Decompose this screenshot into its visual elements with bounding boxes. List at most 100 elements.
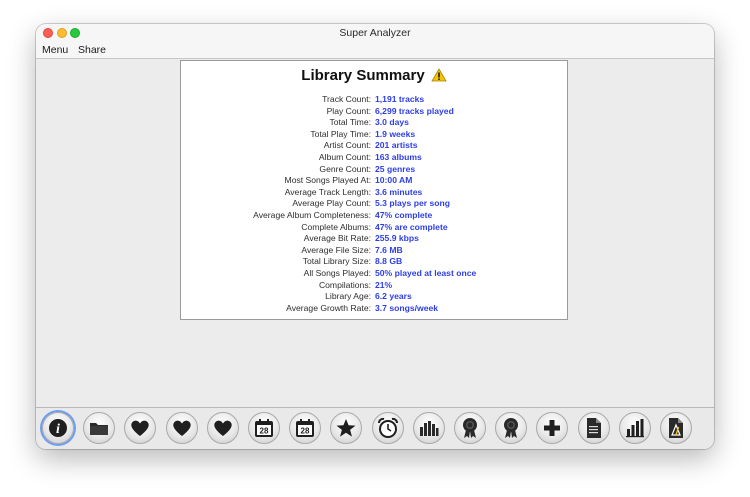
stat-value: 8.8 GB — [375, 256, 403, 267]
stat-value: 3.6 minutes — [375, 186, 423, 197]
award-ribbon-icon — [501, 417, 521, 439]
toolbar-tuner-doc-button[interactable] — [660, 412, 692, 444]
stat-label: Average File Size: — [301, 244, 371, 255]
tuner-doc-icon — [667, 417, 685, 439]
stat-row: Genre Count: 25 genres — [181, 164, 567, 176]
equalizer-icon — [419, 419, 439, 437]
stat-label: Average Track Length: — [284, 186, 371, 197]
heart-icon — [172, 419, 192, 437]
window-title: Super Analyzer — [339, 27, 411, 39]
stat-row: Average Play Count: 5.3 plays per song — [181, 198, 567, 210]
stat-label: Total Time: — [329, 117, 371, 128]
stat-row: Track Count: 1,191 tracks — [181, 94, 567, 106]
menu-share[interactable]: Share — [78, 44, 106, 56]
folder-icon — [89, 420, 109, 436]
award-ribbon-icon — [460, 417, 480, 439]
toolbar-plus-button[interactable] — [536, 412, 569, 444]
toolbar-heart-button[interactable] — [206, 412, 239, 444]
toolbar-folder-button[interactable] — [83, 412, 116, 444]
stat-label: Library Age: — [325, 291, 371, 302]
svg-text:28: 28 — [301, 427, 310, 436]
stat-value: 47% are complete — [375, 221, 448, 232]
title-bar[interactable]: Super Analyzer — [36, 24, 714, 43]
stat-row: Average Album Completeness: 47% complete — [181, 210, 567, 222]
stat-value: 7.6 MB — [375, 244, 403, 255]
stat-value: 1.9 weeks — [375, 128, 416, 139]
stat-value: 50% played at least once — [375, 267, 477, 278]
toolbar-heart-button[interactable] — [165, 412, 198, 444]
stat-row: Total Time: 3.0 days — [181, 117, 567, 129]
stat-label: Total Play Time: — [310, 128, 371, 139]
stat-label: Artist Count: — [323, 140, 371, 151]
stat-label: Play Count: — [326, 105, 371, 116]
warning-icon[interactable] — [430, 68, 447, 86]
toolbar-document-button[interactable] — [577, 412, 610, 444]
toolbar-award-ribbon-button[interactable] — [454, 412, 486, 444]
stat-row: Most Songs Played At: 10:00 AM — [181, 175, 567, 187]
stat-label: Track Count: — [322, 94, 371, 104]
toolbar-star-button[interactable] — [330, 412, 363, 444]
toolbar-heart-button[interactable] — [124, 412, 157, 444]
stat-label: Album Count: — [318, 151, 371, 162]
toolbar-alarm-clock-button[interactable] — [371, 412, 404, 444]
stat-row: Library Age: 6.2 years — [181, 291, 567, 303]
heart-icon — [130, 419, 150, 437]
stat-row: Complete Albums: 47% are complete — [181, 222, 567, 234]
stat-label: Total Library Size: — [302, 256, 371, 267]
bar-chart-icon — [625, 418, 645, 438]
stat-value: 163 albums — [375, 151, 422, 162]
stat-row: Average Track Length: 3.6 minutes — [181, 187, 567, 199]
toolbar-award-ribbon-button[interactable] — [495, 412, 528, 444]
stat-value: 47% complete — [375, 209, 433, 220]
stat-row: Average Bit Rate: 255.9 kbps — [181, 233, 567, 245]
toolbar-calendar-button[interactable]: 28 — [248, 412, 280, 444]
stat-value: 21% — [375, 279, 393, 290]
main-content: Library Summary Track Count: 1,191 tracks… — [36, 59, 714, 406]
stat-value: 6.2 years — [375, 291, 412, 302]
menu-menu[interactable]: Menu — [42, 44, 68, 56]
toolbar-calendar-button[interactable]: 28 — [289, 412, 322, 444]
stat-value: 5.3 plays per song — [375, 198, 450, 209]
stat-label: Average Play Count: — [292, 198, 371, 209]
stat-row: Album Count: 163 albums — [181, 152, 567, 164]
stat-row: Average File Size: 7.6 MB — [181, 245, 567, 257]
plus-icon — [542, 418, 562, 438]
app-window: Super Analyzer Menu Share Library Summar… — [36, 24, 714, 449]
stat-value: 3.0 days — [375, 117, 409, 128]
stat-label: Compilations: — [318, 279, 371, 290]
summary-title: Library Summary — [301, 67, 425, 84]
alarm-clock-icon — [377, 417, 399, 439]
toolbar-info-button[interactable]: i — [42, 412, 74, 444]
star-icon — [336, 418, 356, 438]
stat-value: 201 artists — [375, 140, 418, 151]
library-summary-panel: Library Summary Track Count: 1,191 tracks… — [180, 60, 568, 320]
stat-label: Average Bit Rate: — [303, 233, 371, 244]
stat-label: Most Songs Played At: — [284, 175, 371, 186]
stat-label: Average Album Completeness: — [253, 209, 371, 220]
calendar-icon: 28 — [295, 418, 315, 438]
summary-stats: Track Count: 1,191 tracks Play Count: 6,299… — [181, 94, 567, 314]
summary-title-row: Library Summary — [181, 67, 567, 86]
svg-text:28: 28 — [260, 427, 269, 436]
stat-value: 1,191 tracks — [375, 94, 425, 104]
bottom-toolbar: i 28 28 — [36, 407, 714, 449]
stat-row: Artist Count: 201 artists — [181, 140, 567, 152]
stat-row: Play Count: 6,299 tracks played — [181, 106, 567, 118]
stat-row: Total Library Size: 8.8 GB — [181, 256, 567, 268]
info-icon: i — [48, 418, 68, 438]
toolbar-bar-chart-button[interactable] — [618, 412, 651, 444]
stat-value: 3.7 songs/week — [375, 302, 439, 313]
stat-value: 6,299 tracks played — [375, 105, 454, 116]
stat-row: Total Play Time: 1.9 weeks — [181, 129, 567, 141]
stat-label: Genre Count: — [319, 163, 371, 174]
stat-row: Average Growth Rate: 3.7 songs/week — [181, 303, 567, 315]
stat-row: All Songs Played: 50% played at least onc… — [181, 268, 567, 280]
heart-icon — [213, 419, 233, 437]
stat-value: 255.9 kbps — [375, 233, 419, 244]
toolbar-equalizer-button[interactable] — [412, 412, 445, 444]
calendar-icon: 28 — [254, 418, 274, 438]
stat-row: Compilations: 21% — [181, 280, 567, 292]
stat-label: All Songs Played: — [303, 267, 371, 278]
stat-label: Average Growth Rate: — [286, 302, 371, 313]
stat-label: Complete Albums: — [301, 221, 371, 232]
